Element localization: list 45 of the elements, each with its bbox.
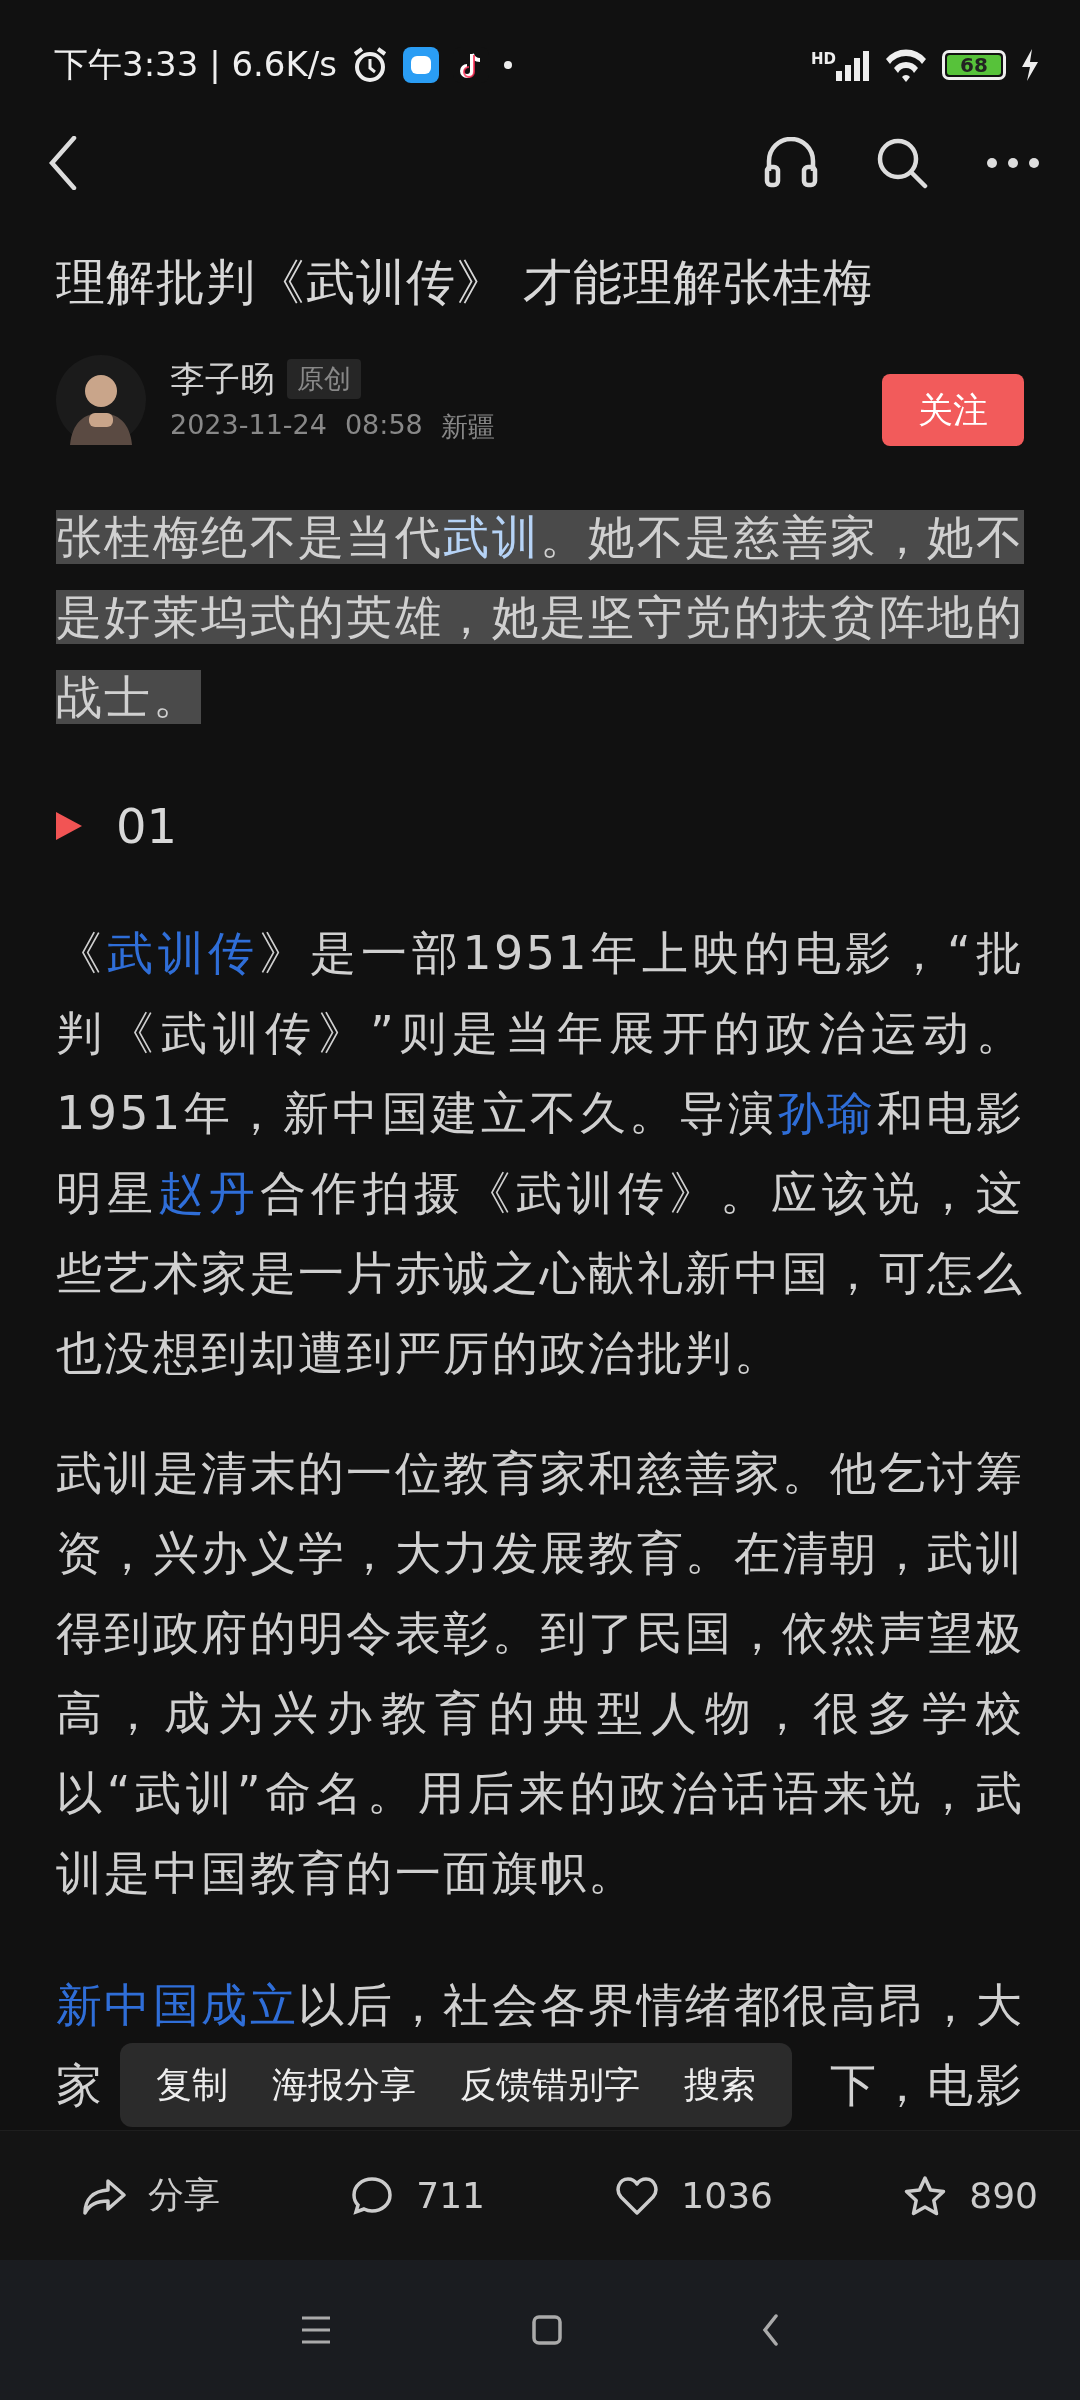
charging-icon	[1020, 49, 1040, 81]
back-icon[interactable]	[762, 2314, 780, 2346]
dot-icon	[502, 60, 513, 70]
text-link[interactable]: 新中国成立	[56, 1978, 298, 2032]
text-link[interactable]: 武训传	[106, 926, 260, 980]
menu-item[interactable]: 海报分享	[272, 2060, 416, 2110]
text-link[interactable]: 武训	[443, 510, 540, 564]
favorite-button[interactable]: 890	[903, 2174, 1038, 2217]
publish-time: 08:58	[344, 408, 423, 442]
menu-item[interactable]: 反馈错别字	[460, 2060, 640, 2110]
heart-icon	[615, 2174, 660, 2217]
text-link[interactable]: 赵丹	[158, 1166, 261, 1220]
menu-icon[interactable]	[300, 2315, 332, 2345]
more-icon[interactable]	[986, 157, 1040, 169]
play-icon	[56, 812, 82, 840]
menu-item[interactable]: 搜索	[684, 2060, 756, 2110]
signal-icon	[836, 49, 870, 81]
share-button[interactable]: 分享	[82, 2171, 220, 2220]
headphones-icon[interactable]	[764, 137, 818, 189]
wifi-icon	[884, 47, 928, 83]
battery-level: 68	[947, 55, 1001, 75]
back-icon[interactable]	[48, 136, 78, 190]
original-badge: 原创	[287, 359, 361, 399]
section-number: 01	[116, 798, 178, 854]
paragraph: 新中国成立以后，社会各界情绪都很高昂，大	[56, 1977, 1024, 2034]
status-time: 下午3:33 | 6.6K/s	[54, 43, 337, 86]
selected-paragraph: 张桂梅绝不是当代武训。她不是慈善家，她不是好莱坞式的英雄，她是坚守党的扶贫阵地的战士。	[56, 509, 1024, 726]
home-icon[interactable]	[532, 2315, 562, 2345]
paragraph-fragment: 家	[56, 2057, 105, 2114]
paragraph: 武训是清末的一位教育家和慈善家。他乞讨筹资，兴办义学，大力发展教育。在清朝，武训得到政府的明令表彰。到了民国，依然声望极高，成为兴办教育的典型人物，很多学校以“武训”命名。用后来的政治话语来说，武训是中国教育的一面旗帜。	[56, 1445, 1024, 1902]
author-name: 李子旸	[170, 357, 275, 401]
comment-icon	[350, 2174, 395, 2217]
comment-button[interactable]: 711	[350, 2174, 486, 2217]
article-title: 理解批判《武训传》 才能理解张桂梅	[56, 253, 874, 313]
star-icon	[903, 2174, 948, 2217]
text-link[interactable]: 孙瑜	[777, 1086, 877, 1140]
publish-date: 2023-11-24	[170, 408, 327, 442]
app-icon	[402, 47, 439, 83]
paragraph: 《武训传》是一部1951年上映的电影，“批判《武训传》”则是当年展开的政治运动。1951年，新中国建立不久。导演孙瑜和电影明星赵丹合作拍摄《武训传》。应该说，这些艺术家是一片赤诚之心献礼新中国，可怎么也没想到却遭到严厉的政治批判。	[56, 925, 1024, 1382]
menu-item[interactable]: 复制	[156, 2060, 228, 2110]
location-label: 新疆	[440, 409, 495, 444]
paragraph-fragment: 下，电影	[830, 2057, 1024, 2114]
search-icon[interactable]	[876, 137, 928, 189]
network-label: HD	[811, 50, 836, 68]
like-button[interactable]: 1036	[615, 2174, 773, 2217]
